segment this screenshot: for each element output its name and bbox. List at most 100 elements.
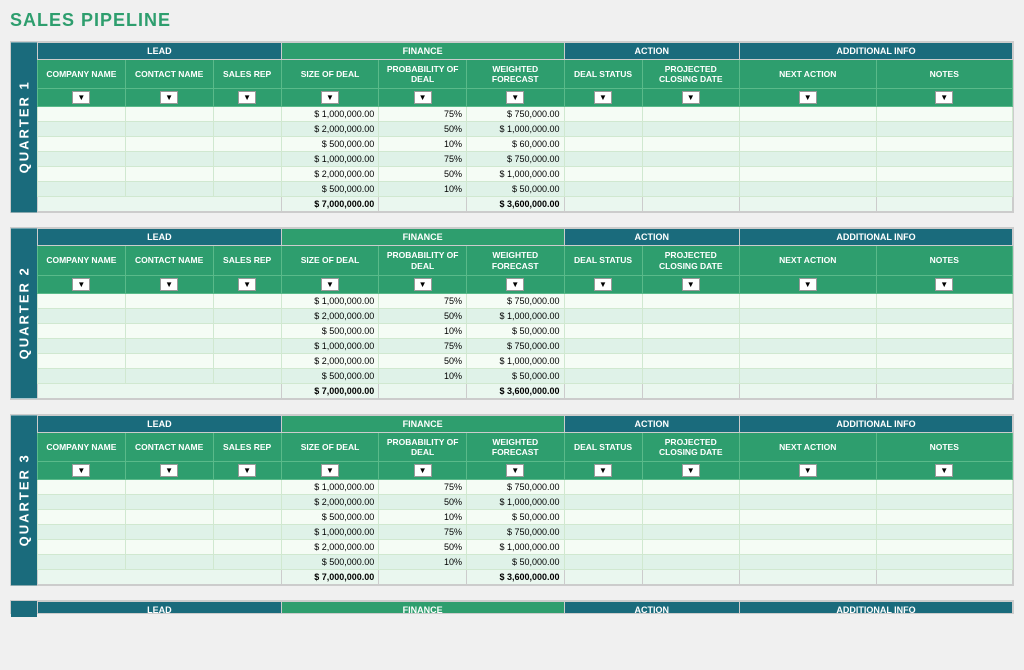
cell-company xyxy=(38,495,126,510)
filter-next[interactable]: ▼ xyxy=(740,89,877,107)
cell-notes xyxy=(876,555,1013,570)
filter-notes[interactable]: ▼ xyxy=(876,275,1013,293)
cell-closing xyxy=(642,540,740,555)
cell-next xyxy=(740,182,877,197)
filter-contact[interactable]: ▼ xyxy=(125,462,213,480)
filter-salesrep[interactable]: ▼ xyxy=(213,89,281,107)
filter-contact[interactable]: ▼ xyxy=(125,89,213,107)
total-next-blank xyxy=(740,197,877,212)
cell-next xyxy=(740,540,877,555)
filter-status[interactable]: ▼ xyxy=(564,275,642,293)
cell-notes xyxy=(876,182,1013,197)
filter-deal[interactable]: ▼ xyxy=(281,462,379,480)
filter-closing[interactable]: ▼ xyxy=(642,275,740,293)
cell-closing xyxy=(642,338,740,353)
filter-closing[interactable]: ▼ xyxy=(642,462,740,480)
col-weighted-forecast: WEIGHTED FORECAST xyxy=(467,246,565,275)
filter-next[interactable]: ▼ xyxy=(740,275,877,293)
table-row: $ 1,000,000.00 75% $ 750,000.00 xyxy=(38,293,1013,308)
cell-next xyxy=(740,495,877,510)
cell-deal: $ 1,000,000.00 xyxy=(281,293,379,308)
filter-contact[interactable]: ▼ xyxy=(125,275,213,293)
cell-weighted: $ 1,000,000.00 xyxy=(467,308,565,323)
filter-notes[interactable]: ▼ xyxy=(876,89,1013,107)
cell-next xyxy=(740,353,877,368)
cell-status xyxy=(564,137,642,152)
total-deal: $ 7,000,000.00 xyxy=(281,383,379,398)
cell-status xyxy=(564,122,642,137)
cell-deal: $ 500,000.00 xyxy=(281,555,379,570)
col-deal-status: DEAL STATUS xyxy=(564,432,642,461)
cell-company xyxy=(38,480,126,495)
cell-company xyxy=(38,293,126,308)
filter-prob[interactable]: ▼ xyxy=(379,89,467,107)
total-row: $ 7,000,000.00 $ 3,600,000.00 xyxy=(38,570,1013,585)
cell-closing xyxy=(642,480,740,495)
filter-salesrep[interactable]: ▼ xyxy=(213,275,281,293)
cell-next xyxy=(740,323,877,338)
filter-closing[interactable]: ▼ xyxy=(642,89,740,107)
cell-notes xyxy=(876,338,1013,353)
total-prob-blank xyxy=(379,383,467,398)
table-row: $ 2,000,000.00 50% $ 1,000,000.00 xyxy=(38,122,1013,137)
filter-status[interactable]: ▼ xyxy=(564,462,642,480)
col-projected-closing: PROJECTED CLOSING DATE xyxy=(642,432,740,461)
action-group-header: ACTION xyxy=(564,43,740,60)
total-weighted: $ 3,600,000.00 xyxy=(467,570,565,585)
quarter-1-block: QUARTER 1 LEAD FINANCE ACTION ADDITIONAL… xyxy=(10,41,1014,213)
table-row: $ 2,000,000.00 50% $ 1,000,000.00 xyxy=(38,308,1013,323)
cell-status xyxy=(564,353,642,368)
filter-weighted[interactable]: ▼ xyxy=(467,275,565,293)
total-next-blank xyxy=(740,383,877,398)
filter-prob[interactable]: ▼ xyxy=(379,275,467,293)
cell-notes xyxy=(876,308,1013,323)
table-row: $ 2,000,000.00 50% $ 1,000,000.00 xyxy=(38,353,1013,368)
cell-status xyxy=(564,540,642,555)
filter-next[interactable]: ▼ xyxy=(740,462,877,480)
cell-company xyxy=(38,152,126,167)
cell-next xyxy=(740,137,877,152)
cell-company xyxy=(38,368,126,383)
table-row: $ 500,000.00 10% $ 60,000.00 xyxy=(38,137,1013,152)
cell-contact xyxy=(125,308,213,323)
col-weighted-forecast: WEIGHTED FORECAST xyxy=(467,60,565,89)
quarter-3-block: QUARTER 3 LEAD FINANCE ACTION ADDITIONAL… xyxy=(10,414,1014,586)
cell-company xyxy=(38,137,126,152)
cell-next xyxy=(740,152,877,167)
cell-weighted: $ 750,000.00 xyxy=(467,480,565,495)
cell-salesrep xyxy=(213,510,281,525)
filter-deal[interactable]: ▼ xyxy=(281,89,379,107)
total-prob-blank xyxy=(379,570,467,585)
cell-status xyxy=(564,308,642,323)
filter-notes[interactable]: ▼ xyxy=(876,462,1013,480)
total-label xyxy=(38,570,282,585)
lead-group-header: LEAD xyxy=(38,229,282,246)
filter-company[interactable]: ▼ xyxy=(38,462,126,480)
filter-company[interactable]: ▼ xyxy=(38,275,126,293)
cell-salesrep xyxy=(213,122,281,137)
filter-deal[interactable]: ▼ xyxy=(281,275,379,293)
cell-contact xyxy=(125,137,213,152)
cell-prob: 75% xyxy=(379,480,467,495)
cell-closing xyxy=(642,182,740,197)
cell-notes xyxy=(876,540,1013,555)
cell-weighted: $ 1,000,000.00 xyxy=(467,353,565,368)
cell-closing xyxy=(642,167,740,182)
filter-prob[interactable]: ▼ xyxy=(379,462,467,480)
table-row: $ 500,000.00 10% $ 50,000.00 xyxy=(38,182,1013,197)
filter-company[interactable]: ▼ xyxy=(38,89,126,107)
filter-weighted[interactable]: ▼ xyxy=(467,462,565,480)
cell-notes xyxy=(876,510,1013,525)
cell-weighted: $ 750,000.00 xyxy=(467,293,565,308)
cell-company xyxy=(38,353,126,368)
filter-weighted[interactable]: ▼ xyxy=(467,89,565,107)
col-projected-closing: PROJECTED CLOSING DATE xyxy=(642,60,740,89)
filter-status[interactable]: ▼ xyxy=(564,89,642,107)
cell-weighted: $ 750,000.00 xyxy=(467,338,565,353)
filter-salesrep[interactable]: ▼ xyxy=(213,462,281,480)
cell-deal: $ 500,000.00 xyxy=(281,137,379,152)
bottom-finance-header: FINANCE xyxy=(281,602,564,614)
col-contact-name: CONTACT NAME xyxy=(125,432,213,461)
page-title: SALES PIPELINE xyxy=(10,10,1014,31)
cell-closing xyxy=(642,510,740,525)
